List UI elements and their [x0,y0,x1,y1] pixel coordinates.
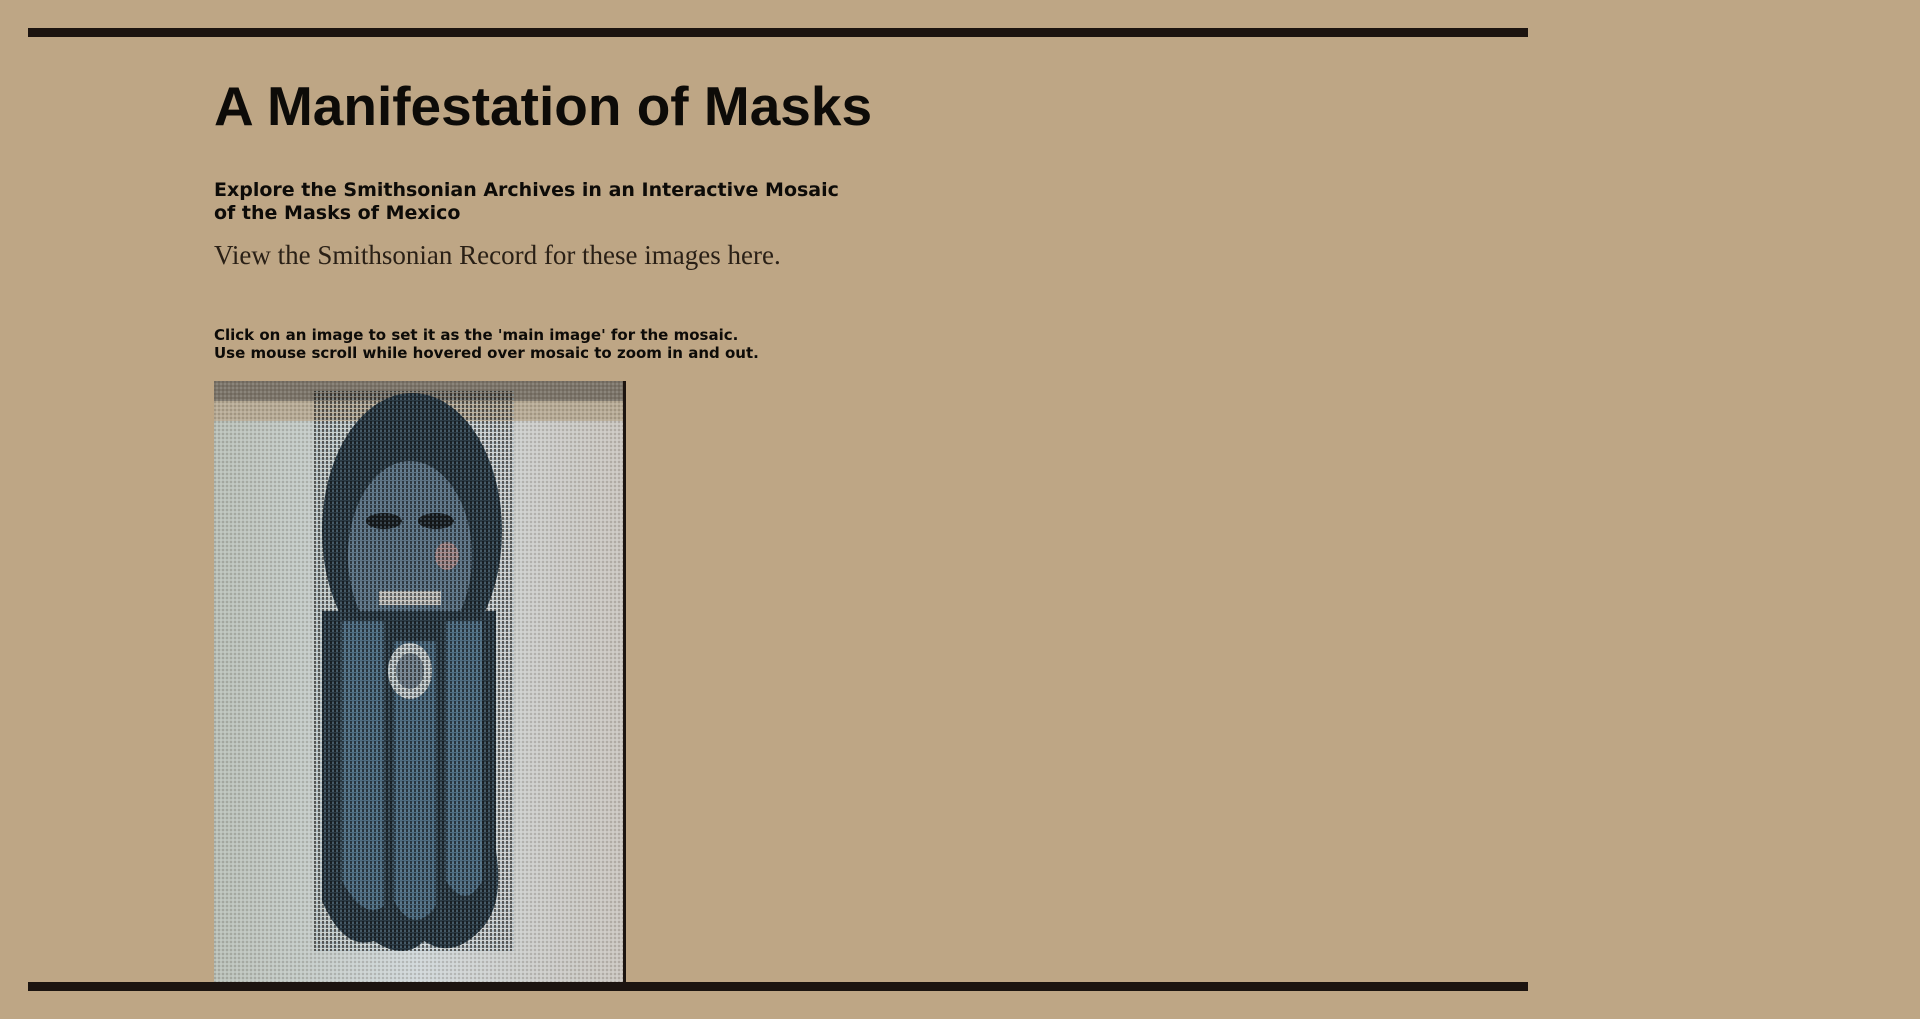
instruction-click: Click on an image to set it as the 'main… [214,326,739,344]
top-divider [28,28,1528,37]
smithsonian-record-link[interactable]: View the Smithsonian Record for these im… [214,240,781,271]
page-title: A Manifestation of Masks [214,75,873,137]
mosaic-canvas[interactable] [214,381,626,982]
instructions: Click on an image to set it as the 'main… [214,326,759,362]
bottom-divider [28,982,1528,991]
mask-shape [314,391,514,951]
page-subtitle: Explore the Smithsonian Archives in an I… [214,179,839,224]
instruction-scroll: Use mouse scroll while hovered over mosa… [214,344,759,362]
